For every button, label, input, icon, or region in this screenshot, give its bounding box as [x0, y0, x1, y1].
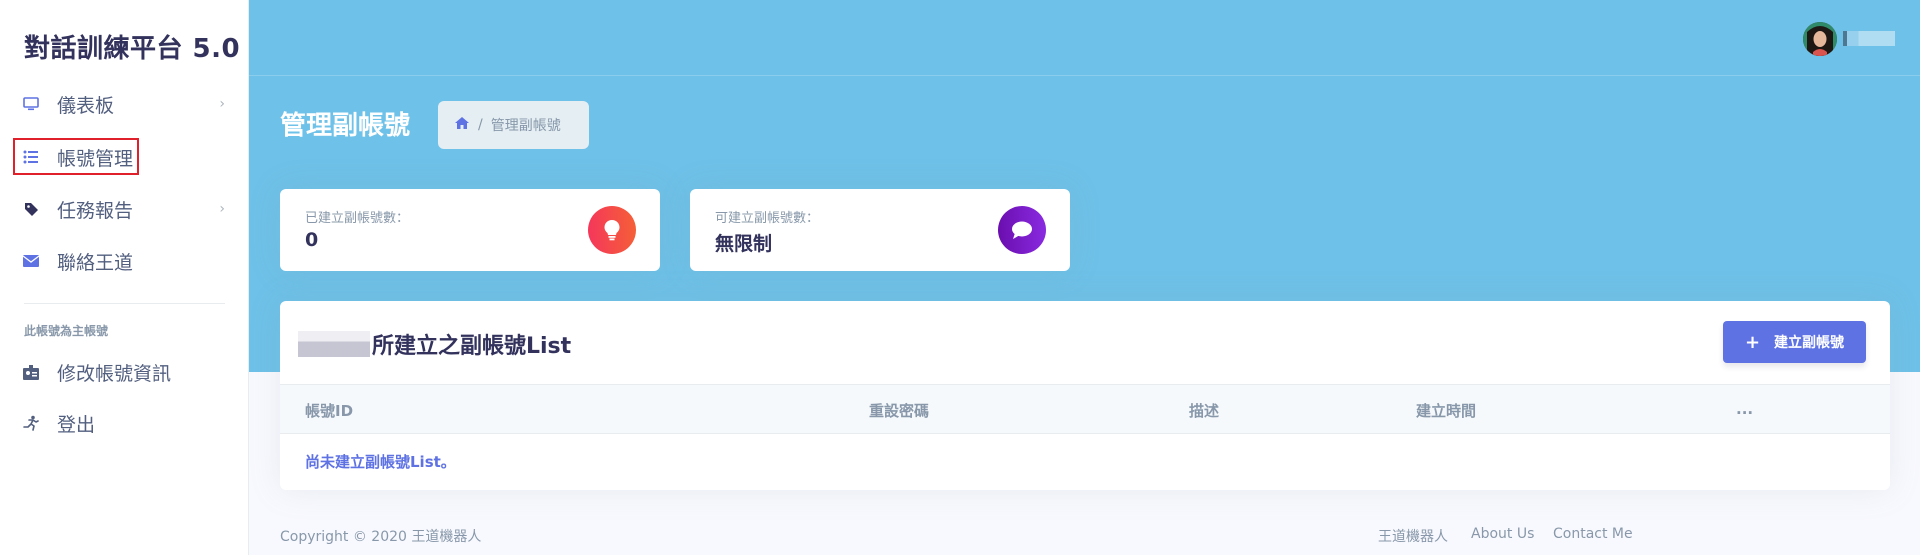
add-button-label: 建立副帳號 [1774, 335, 1845, 351]
active-item-highlight [13, 138, 139, 175]
brand-title: 對話訓練平台 5.0 [24, 34, 241, 64]
sidebar-item-dashboard[interactable]: 儀表板 › [0, 82, 249, 126]
avatar[interactable] [1803, 22, 1837, 56]
stat-value: 無限制 [715, 233, 773, 255]
sidebar-item-label: 儀表板 [57, 94, 115, 117]
column-actions: ... [1736, 400, 1754, 418]
breadcrumb-separator: / [478, 117, 483, 133]
sidebar-item-label: 任務報告 [57, 199, 134, 222]
account-name-redacted [298, 331, 370, 357]
table-header: 帳號ID 重設密碼 描述 建立時間 ... [280, 384, 1890, 434]
footer-link-wangdao[interactable]: 王道機器人 [1378, 526, 1448, 546]
sidebar-item-label: 修改帳號資訊 [57, 362, 172, 385]
page-title: 管理副帳號 [280, 111, 411, 141]
card-title-text: 所建立之副帳號List [372, 334, 572, 359]
footer-copyright: Copyright © 2020 王道機器人 [280, 529, 482, 545]
sidebar-item-logout[interactable]: 登出 [0, 401, 249, 445]
running-icon [21, 413, 41, 433]
stat-value: 0 [305, 229, 319, 251]
column-created-time: 建立時間 [1416, 402, 1477, 420]
envelope-icon [21, 251, 41, 271]
monitor-icon [21, 94, 41, 114]
sub-account-card: 所建立之副帳號List + 建立副帳號 帳號ID 重設密碼 描述 建立時間 ..… [280, 301, 1890, 490]
sidebar-item-task-report[interactable]: 任務報告 › [0, 187, 249, 231]
sidebar-heading: 此帳號為主帳號 [24, 324, 109, 338]
sidebar: 對話訓練平台 5.0 儀表板 › 帳號管理 任務報告 › 聯絡王道 此帳號為主帳… [0, 0, 249, 555]
lightbulb-icon [588, 206, 636, 254]
sidebar-item-contact[interactable]: 聯絡王道 [0, 239, 249, 283]
footer-link-about[interactable]: About Us [1471, 526, 1534, 542]
stat-card-available: 可建立副帳號數： 無限制 [690, 189, 1070, 271]
column-reset-password: 重設密碼 [869, 402, 930, 420]
chevron-right-icon: › [219, 201, 225, 217]
breadcrumb: / 管理副帳號 [438, 101, 589, 149]
chevron-right-icon: › [219, 96, 225, 112]
sidebar-divider [24, 303, 225, 304]
sidebar-item-label: 聯絡王道 [57, 251, 134, 274]
column-description: 描述 [1189, 402, 1220, 420]
footer-link-contact[interactable]: Contact Me [1553, 526, 1633, 542]
sidebar-item-label: 登出 [57, 413, 96, 436]
username-redacted [1843, 31, 1895, 46]
plus-icon: + [1744, 331, 1761, 353]
breadcrumb-current: 管理副帳號 [490, 118, 561, 134]
home-icon[interactable] [454, 116, 470, 134]
stat-card-created: 已建立副帳號數： 0 [280, 189, 660, 271]
topbar-divider [249, 75, 1920, 76]
chat-bubble-icon [998, 206, 1046, 254]
id-card-icon [21, 362, 41, 382]
column-account-id: 帳號ID [305, 402, 354, 420]
empty-list-message: 尚未建立副帳號List。 [305, 453, 456, 471]
stat-label: 可建立副帳號數： [715, 211, 820, 226]
card-title: 所建立之副帳號List [298, 328, 571, 360]
tag-icon [21, 199, 41, 219]
sidebar-item-edit-account[interactable]: 修改帳號資訊 [0, 350, 249, 394]
add-sub-account-button[interactable]: + 建立副帳號 [1723, 321, 1866, 363]
stat-label: 已建立副帳號數： [305, 211, 410, 226]
